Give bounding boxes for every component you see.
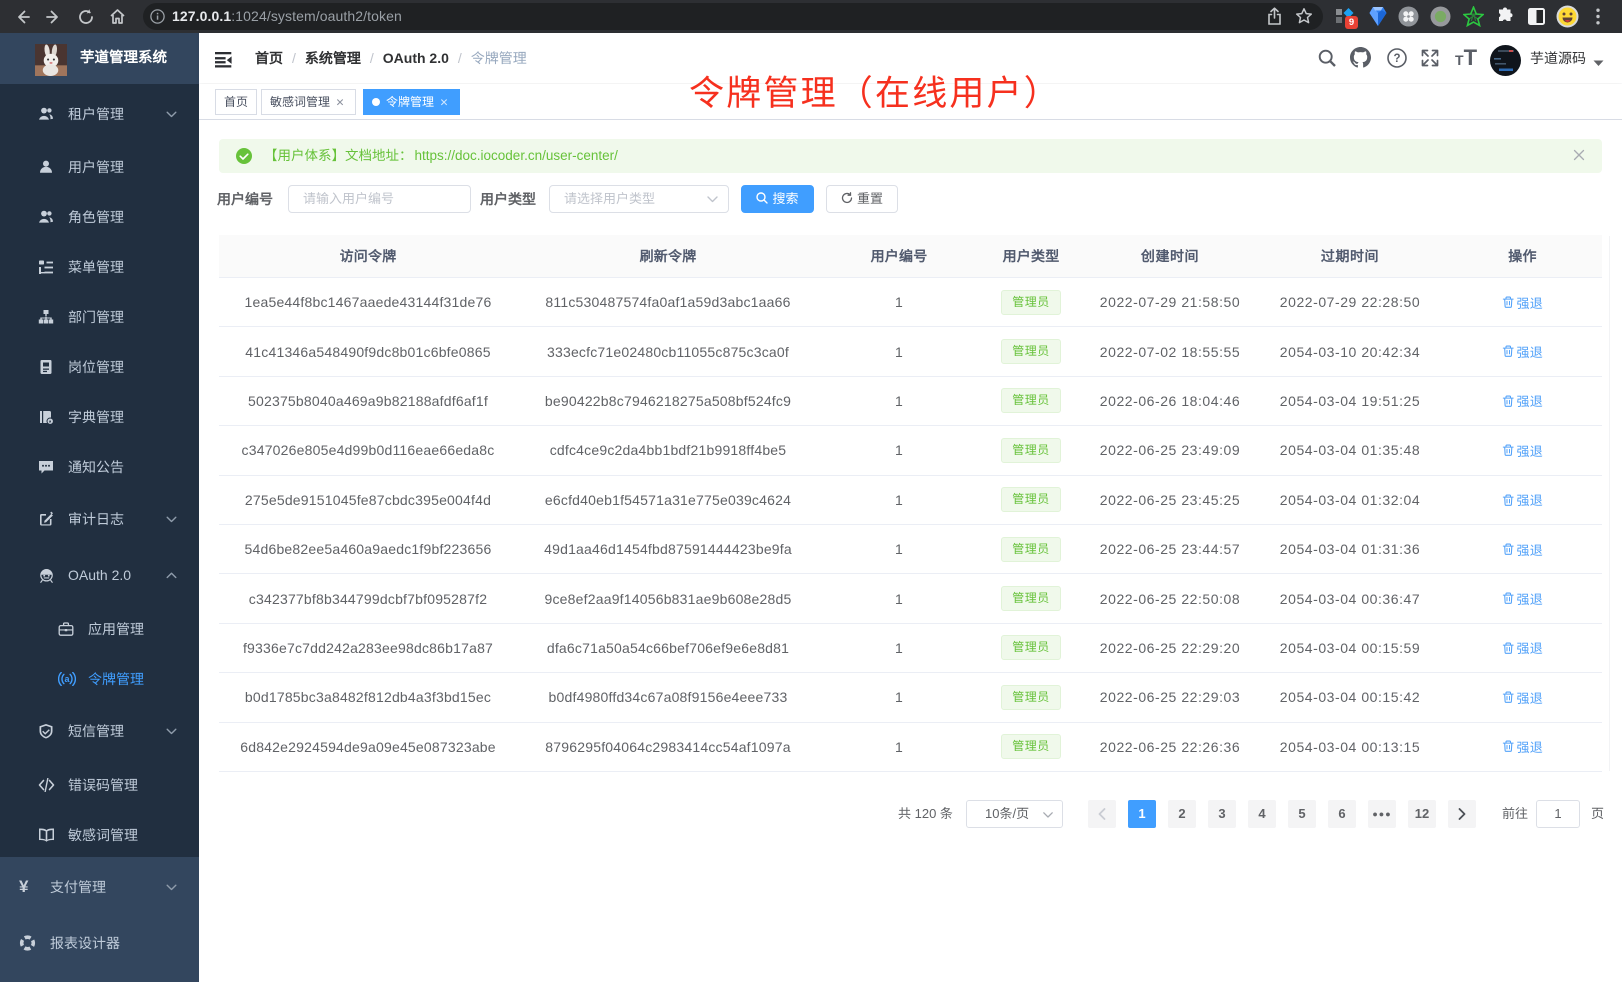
svg-text:a: a <box>64 674 70 684</box>
svg-text:?: ? <box>1393 53 1400 65</box>
